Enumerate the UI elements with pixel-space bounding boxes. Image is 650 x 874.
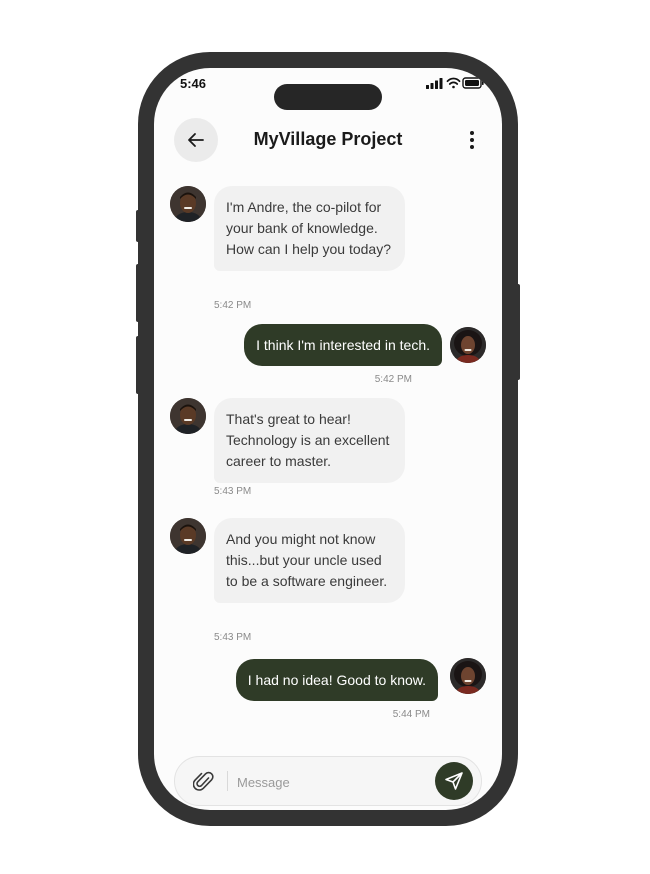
battery-icon [462, 77, 484, 89]
message-timestamp: 5:42 PM [214, 300, 252, 311]
message-composer [174, 756, 482, 806]
message-bubble-incoming: That's great to hear! Technology is an e… [214, 398, 405, 483]
avatar-andre [170, 518, 206, 554]
wifi-icon [446, 77, 461, 89]
send-icon [445, 772, 463, 790]
avatar-andre [170, 186, 206, 222]
volume-down-button [136, 336, 140, 394]
dynamic-island [274, 84, 382, 110]
message-timestamp: 5:42 PM [374, 374, 412, 385]
avatar-user [450, 658, 486, 694]
phone-frame: 5:46 MyVillage Project I'm Andre, the co… [136, 52, 520, 826]
send-button[interactable] [435, 762, 473, 800]
message-bubble-outgoing: I think I'm interested in tech. [244, 324, 442, 366]
screen: 5:46 MyVillage Project I'm Andre, the co… [154, 68, 502, 810]
message-timestamp: 5:43 PM [214, 632, 252, 643]
avatar-andre [170, 398, 206, 434]
message-bubble-incoming: I'm Andre, the co-pilot for your bank of… [214, 186, 405, 271]
signal-icon [426, 78, 443, 89]
avatar-user [450, 327, 486, 363]
message-input[interactable] [235, 769, 429, 795]
status-icons [426, 77, 484, 89]
status-time: 5:46 [180, 76, 207, 91]
message-timestamp: 5:44 PM [392, 709, 430, 720]
message-timestamp: 5:43 PM [214, 486, 252, 497]
action-button [136, 210, 140, 242]
more-vertical-icon[interactable] [462, 128, 482, 152]
power-button [516, 284, 520, 380]
volume-up-button [136, 264, 140, 322]
message-bubble-outgoing: I had no idea! Good to know. [235, 659, 438, 701]
composer-divider [227, 771, 228, 791]
message-bubble-incoming: And you might not know this...but your u… [214, 518, 405, 603]
paperclip-icon[interactable] [193, 769, 215, 793]
chat-header: MyVillage Project [154, 118, 502, 164]
page-title: MyVillage Project [253, 129, 403, 149]
